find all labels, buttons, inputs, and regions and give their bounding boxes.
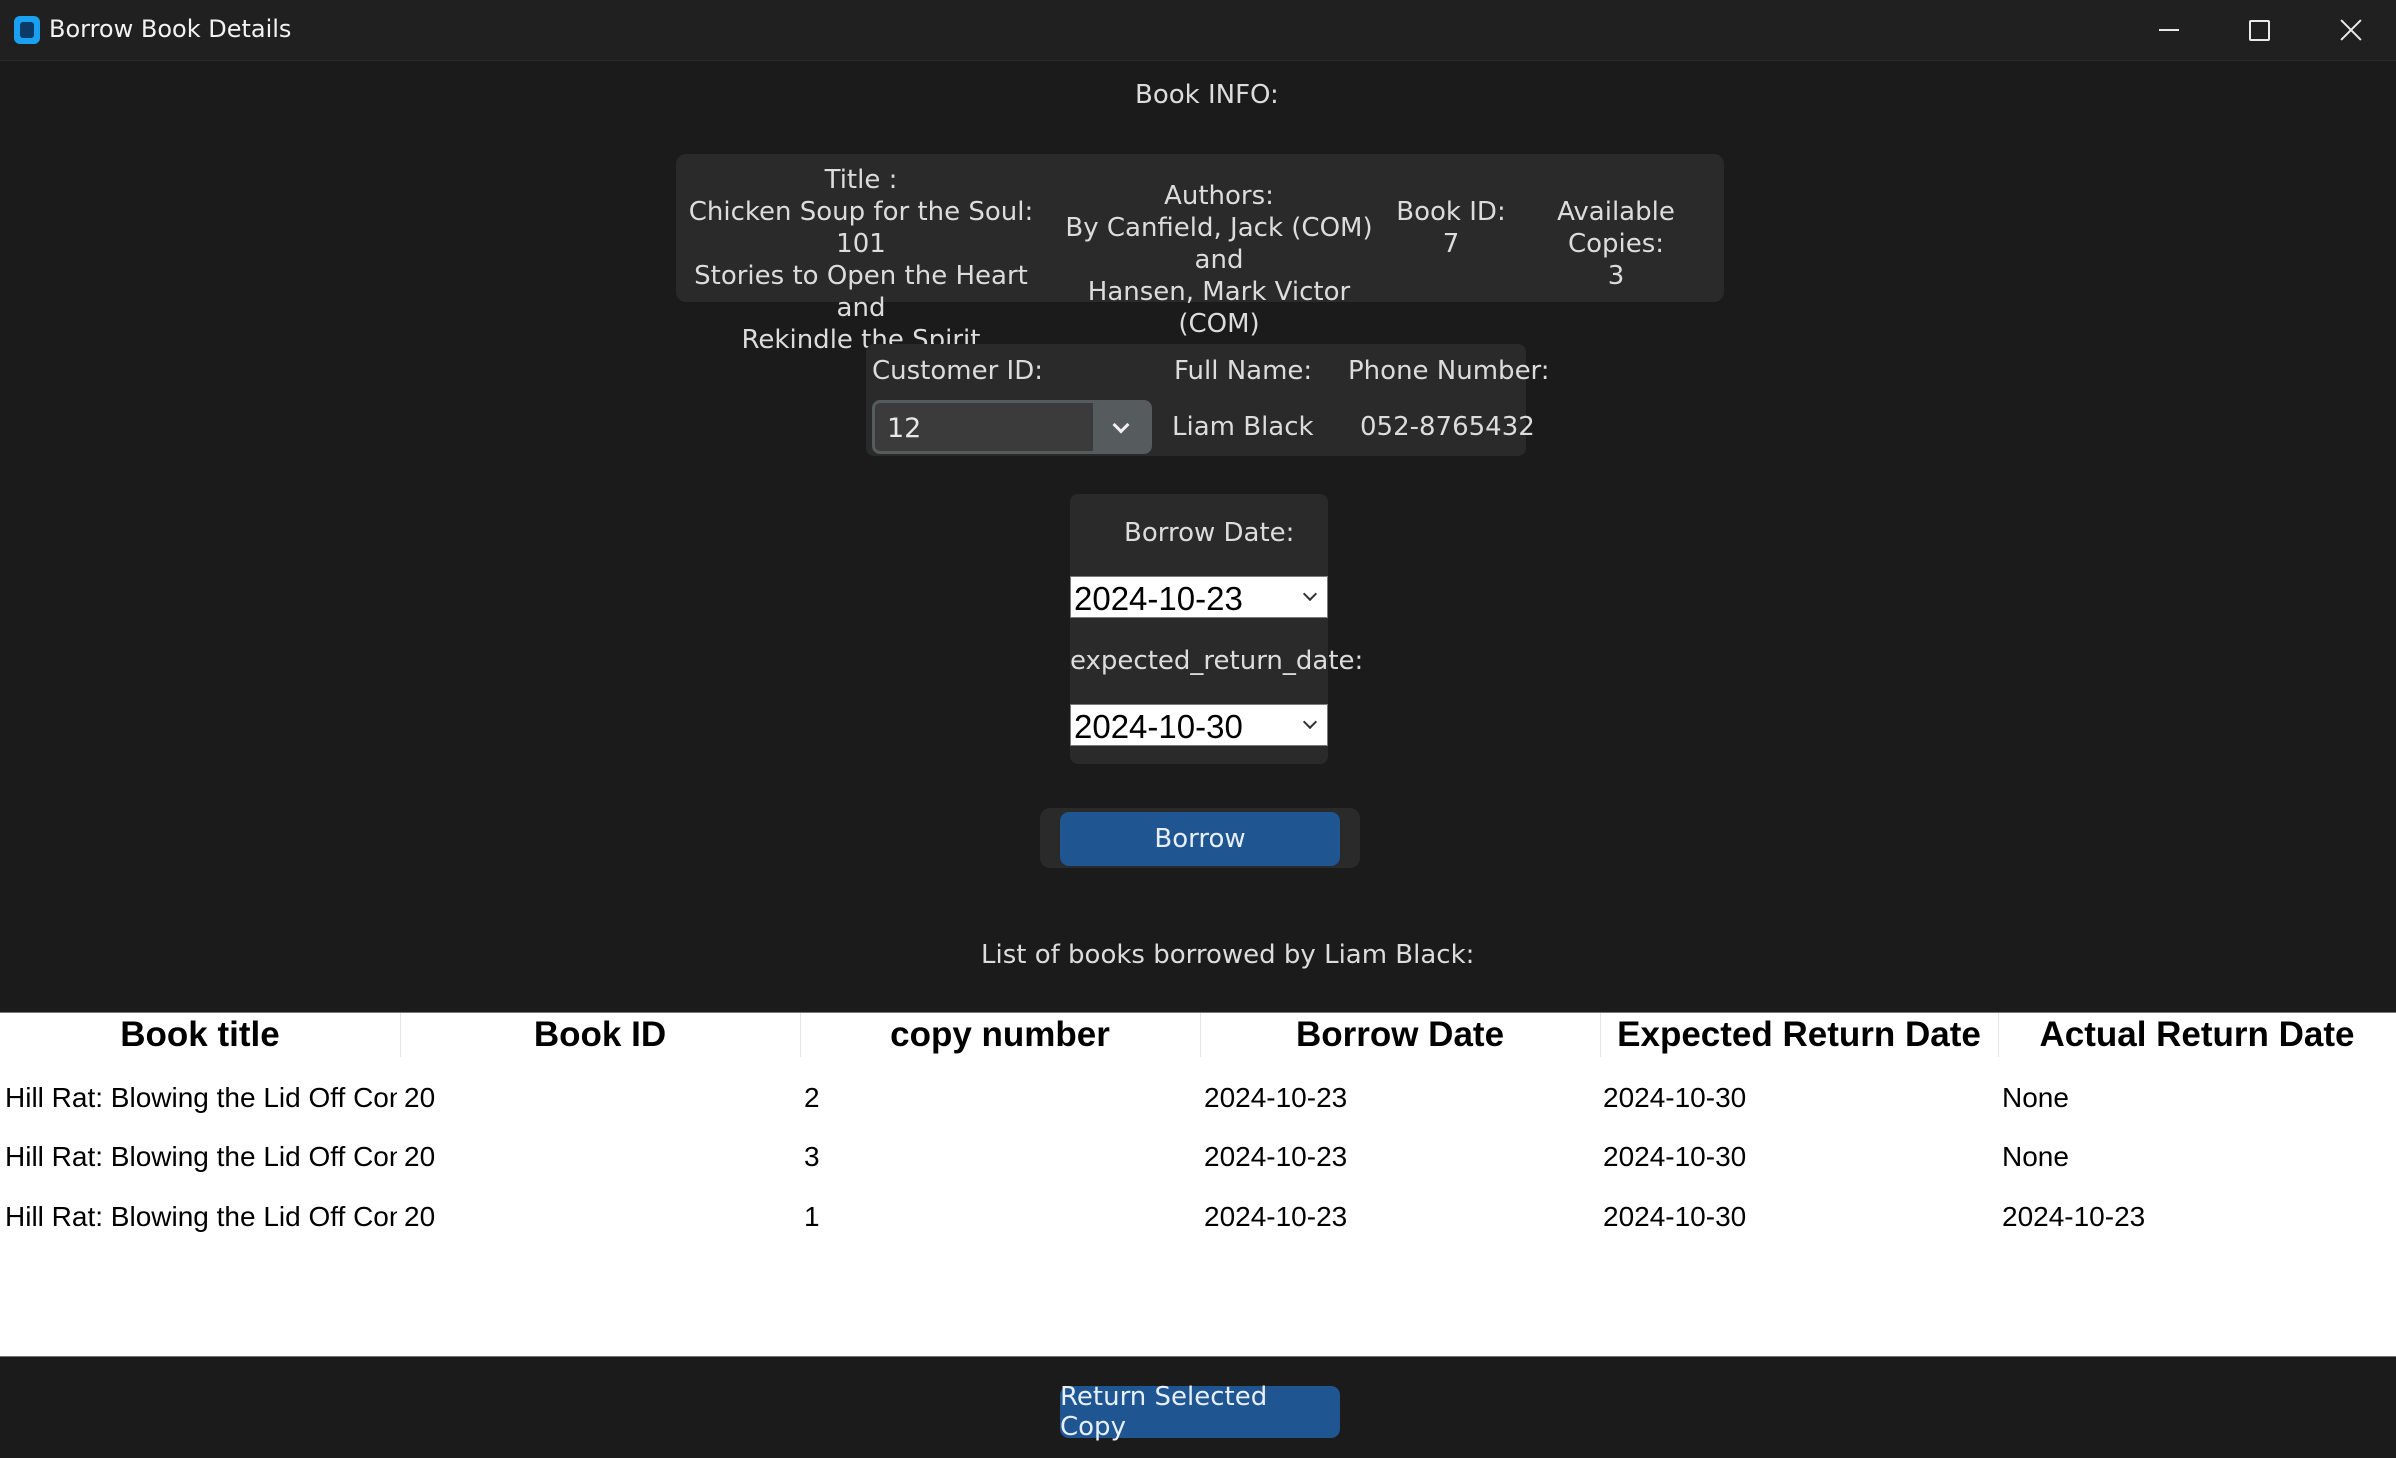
book-title-block: Title : Chicken Soup for the Soul: 101 S… xyxy=(678,164,1044,356)
customer-id-dropdown-button[interactable] xyxy=(1093,403,1149,451)
borrow-date-picker[interactable]: 2024-10-23 xyxy=(1070,576,1328,618)
customer-id-value: 12 xyxy=(887,413,922,444)
borrowed-books-table[interactable]: Book title Book ID copy number Borrow Da… xyxy=(0,1012,2396,1357)
cell-actual-return-date: None xyxy=(2002,1082,2069,1113)
chevron-down-icon xyxy=(1302,586,1318,602)
cell-borrow-date: 2024-10-23 xyxy=(1204,1201,1348,1232)
table-row[interactable]: Hill Rat: Blowing the Lid Off Con 20 2 2… xyxy=(0,1069,2396,1127)
full-name-label: Full Name: xyxy=(1174,356,1313,386)
cell-expected-return-date: 2024-10-30 xyxy=(1603,1201,1747,1232)
copies-label: Available Copies: xyxy=(1557,197,1675,259)
copies-value: 3 xyxy=(1607,261,1625,291)
chevron-down-icon xyxy=(1302,714,1318,730)
cell-actual-return-date: 2024-10-23 xyxy=(2002,1201,2146,1232)
authors-line-1: By Canfield, Jack (COM) and xyxy=(1065,213,1373,275)
title-bar: Borrow Book Details xyxy=(0,0,2396,61)
cell-borrow-date: 2024-10-23 xyxy=(1204,1141,1348,1172)
title-line-2: Stories to Open the Heart and xyxy=(694,261,1028,323)
column-header-book-title[interactable]: Book title xyxy=(0,1013,400,1057)
borrow-book-window: Borrow Book Details Book INFO: Title : C… xyxy=(0,0,2396,1458)
expected-return-date-picker[interactable]: 2024-10-30 xyxy=(1070,704,1328,746)
full-name-value: Liam Black xyxy=(1172,412,1314,442)
borrow-date-label: Borrow Date: xyxy=(1124,518,1295,548)
book-id-value: 7 xyxy=(1442,229,1460,259)
cell-expected-return-date: 2024-10-30 xyxy=(1603,1141,1747,1172)
close-icon xyxy=(2340,19,2362,41)
phone-number-label: Phone Number: xyxy=(1348,356,1550,386)
borrowed-list-heading: List of books borrowed by Liam Black: xyxy=(981,940,1475,970)
expected-return-date-label: expected_return_date: xyxy=(1070,646,1364,676)
cell-actual-return-date: None xyxy=(2002,1141,2069,1172)
borrow-button[interactable]: Borrow xyxy=(1060,812,1340,866)
cell-borrow-date: 2024-10-23 xyxy=(1204,1082,1348,1113)
phone-number-value: 052-8765432 xyxy=(1360,412,1535,442)
column-header-book-id[interactable]: Book ID xyxy=(400,1013,800,1057)
authors-label: Authors: xyxy=(1164,181,1274,211)
minimize-button[interactable] xyxy=(2124,0,2214,60)
column-header-actual-return-date[interactable]: Actual Return Date xyxy=(1998,1013,2396,1057)
app-icon xyxy=(14,16,40,44)
cell-copy-number: 1 xyxy=(804,1201,820,1232)
cell-expected-return-date: 2024-10-30 xyxy=(1603,1082,1747,1113)
cell-book-title: Hill Rat: Blowing the Lid Off Con xyxy=(5,1141,397,1172)
maximize-icon xyxy=(2248,19,2270,41)
maximize-button[interactable] xyxy=(2214,0,2304,60)
cell-copy-number: 3 xyxy=(804,1141,820,1172)
authors-line-2: Hansen, Mark Victor (COM) xyxy=(1087,277,1351,339)
close-button[interactable] xyxy=(2306,0,2396,60)
customer-id-combobox[interactable]: 12 xyxy=(872,400,1152,454)
cell-book-id: 20 xyxy=(404,1082,436,1113)
title-line-1: Chicken Soup for the Soul: 101 xyxy=(688,197,1034,259)
cell-book-id: 20 xyxy=(404,1201,436,1232)
cell-book-title: Hill Rat: Blowing the Lid Off Con xyxy=(5,1201,397,1232)
title-label: Title : xyxy=(824,165,898,195)
book-info-heading: Book INFO: xyxy=(1135,80,1279,110)
customer-id-label: Customer ID: xyxy=(872,356,1044,386)
cell-book-title: Hill Rat: Blowing the Lid Off Con xyxy=(5,1082,397,1113)
column-header-copy-number[interactable]: copy number xyxy=(800,1013,1200,1057)
chevron-down-icon xyxy=(1112,416,1130,433)
column-header-borrow-date[interactable]: Borrow Date xyxy=(1200,1013,1600,1057)
minimize-icon xyxy=(2159,29,2179,31)
return-selected-copy-button[interactable]: Return Selected Copy xyxy=(1060,1382,1340,1442)
book-id-block: Book ID: 7 xyxy=(1394,196,1508,260)
expected-return-date-value: 2024-10-30 xyxy=(1074,708,1243,745)
cell-copy-number: 2 xyxy=(804,1082,820,1113)
table-row[interactable]: Hill Rat: Blowing the Lid Off Con 20 1 2… xyxy=(0,1188,2396,1246)
table-row[interactable]: Hill Rat: Blowing the Lid Off Con 20 3 2… xyxy=(0,1128,2396,1186)
cell-book-id: 20 xyxy=(404,1141,436,1172)
borrow-date-value: 2024-10-23 xyxy=(1074,580,1243,617)
book-id-label: Book ID: xyxy=(1396,197,1506,227)
authors-block: Authors: By Canfield, Jack (COM) and Han… xyxy=(1046,180,1392,340)
copies-block: Available Copies: 3 xyxy=(1510,196,1722,292)
column-header-expected-return-date[interactable]: Expected Return Date xyxy=(1600,1013,1998,1057)
window-title: Borrow Book Details xyxy=(49,15,292,43)
